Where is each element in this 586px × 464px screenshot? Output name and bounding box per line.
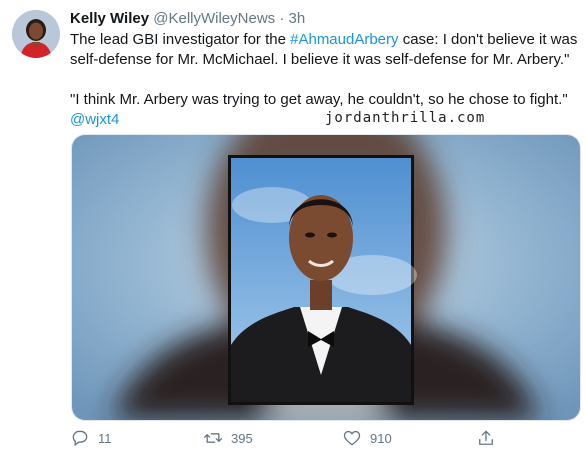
share-button[interactable] xyxy=(476,428,496,448)
author-handle[interactable]: @KellyWileyNews xyxy=(153,10,275,27)
tweet-header: Kelly Wiley @KellyWileyNews · 3h xyxy=(70,9,305,29)
tweet-timestamp[interactable]: 3h xyxy=(289,10,306,27)
author-name[interactable]: Kelly Wiley xyxy=(70,10,149,27)
tweet-quote: "I think Mr. Arbery was trying to get aw… xyxy=(70,91,568,108)
tweet-paragraph-1: The lead GBI investigator for the #Ahmau… xyxy=(70,30,580,70)
author-avatar[interactable] xyxy=(12,10,60,58)
retweet-icon xyxy=(204,433,222,443)
tweet-media[interactable] xyxy=(71,134,581,421)
reply-button[interactable]: 11 xyxy=(70,428,112,448)
watermark-text: jordanthrilla.com xyxy=(325,110,486,126)
avatar-photo xyxy=(12,10,60,58)
text-part-1: The lead GBI investigator for the xyxy=(70,31,291,48)
mention-link[interactable]: @wjxt4 xyxy=(70,111,119,128)
separator-dot: · xyxy=(279,10,285,27)
heart-icon xyxy=(343,430,361,446)
tweet-actions: 11 395 910 xyxy=(70,428,580,452)
like-count: 910 xyxy=(370,430,392,446)
hashtag-link[interactable]: #AhmaudArbery xyxy=(290,31,398,48)
media-photo xyxy=(72,135,580,420)
reply-icon xyxy=(72,430,88,446)
reply-count: 11 xyxy=(98,430,112,446)
retweet-count: 395 xyxy=(231,430,253,446)
retweet-button[interactable]: 395 xyxy=(203,428,253,448)
share-icon xyxy=(479,430,493,445)
like-button[interactable]: 910 xyxy=(342,428,392,448)
